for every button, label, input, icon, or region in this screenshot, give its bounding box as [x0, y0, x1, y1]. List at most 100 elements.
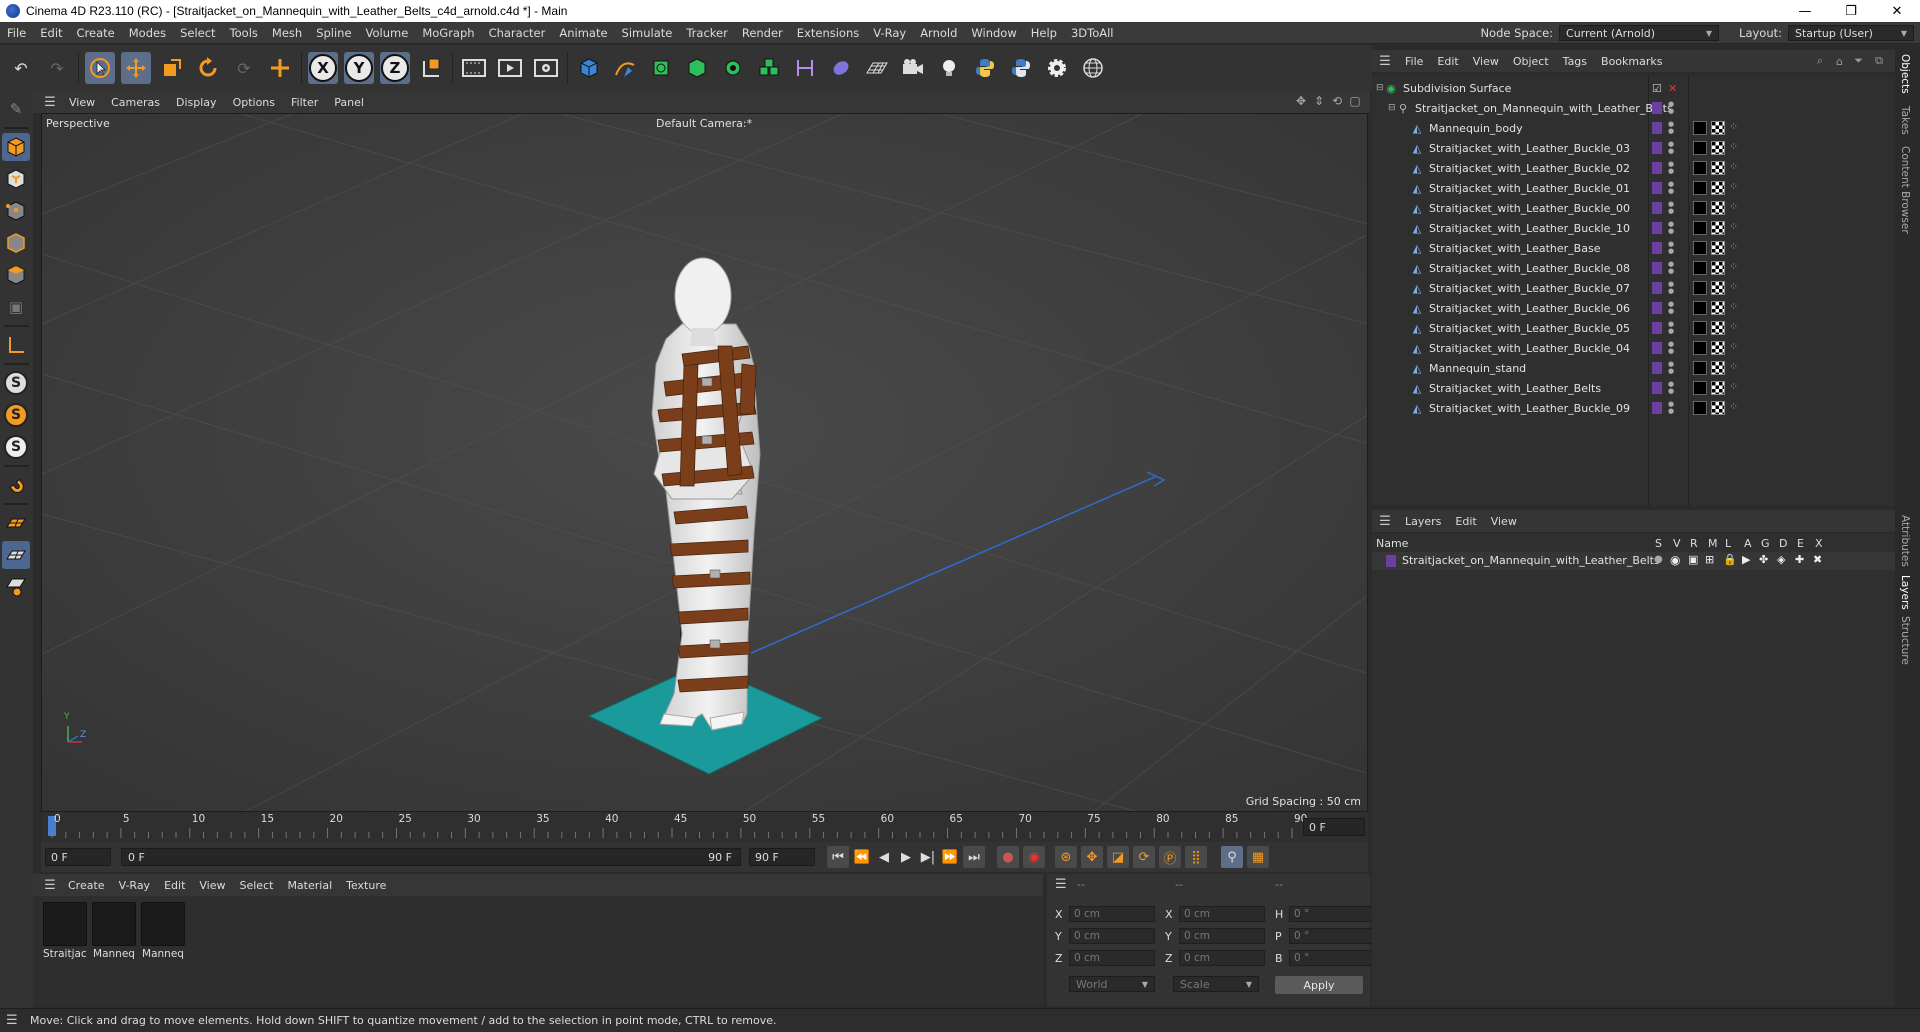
layer-color-swatch[interactable]: [1652, 202, 1662, 214]
viewport-menu-cameras[interactable]: Cameras: [103, 96, 168, 109]
layer-deformers-icon[interactable]: ◈: [1777, 553, 1785, 566]
autokey-icon[interactable]: ◉: [1023, 846, 1045, 868]
next-frame-icon[interactable]: ▶|: [917, 846, 939, 868]
solo-off-icon[interactable]: S: [2, 369, 30, 397]
rotate-tool-icon[interactable]: [193, 52, 223, 84]
material-menu-vray[interactable]: V-Ray: [112, 879, 158, 892]
size-x-field[interactable]: 0 cm: [1179, 906, 1265, 922]
phong-tag-icon[interactable]: ⁘: [1729, 380, 1743, 394]
object-row-group[interactable]: ⊟ ⚲ Straitjacket_on_Mannequin_with_Leath…: [1372, 98, 1895, 118]
layer-color-swatch[interactable]: [1652, 262, 1662, 274]
layer-color-swatch[interactable]: [1652, 322, 1662, 334]
material-menu-edit[interactable]: Edit: [157, 879, 192, 892]
layer-visible-eye-icon[interactable]: ◉: [1670, 553, 1680, 567]
cube-object-icon[interactable]: [574, 52, 604, 84]
timeline-window-icon[interactable]: ▦: [1247, 846, 1269, 868]
object-row[interactable]: ◭ Mannequin_body ● ● ⁘: [1372, 118, 1895, 138]
material-tag-icon[interactable]: [1693, 301, 1707, 315]
texture-tag-icon[interactable]: [1711, 261, 1725, 275]
texture-tag-icon[interactable]: [1711, 181, 1725, 195]
pan-view-icon[interactable]: ✥: [1292, 94, 1310, 108]
visibility-dots-icon[interactable]: ● ●: [1668, 361, 1678, 375]
layer-lock-icon[interactable]: 🔒: [1723, 553, 1737, 566]
rotation-b-field[interactable]: 0 °: [1289, 950, 1375, 966]
visibility-dots-icon[interactable]: ● ●: [1668, 101, 1678, 115]
perspective-viewport[interactable]: Perspective Default Camera:* Grid Spacin…: [41, 113, 1368, 812]
viewport-menu-options[interactable]: Options: [225, 96, 283, 109]
motion-system-icon[interactable]: ⚲: [1221, 846, 1243, 868]
polygons-mode-icon[interactable]: [2, 261, 30, 289]
python-generator-icon[interactable]: [1006, 52, 1036, 84]
material-tag-icon[interactable]: [1693, 401, 1707, 415]
object-row[interactable]: ◭ Straitjacket_with_Leather_Buckle_06 ● ● ⁘: [1372, 298, 1895, 318]
preview-range-slider[interactable]: 0 F 90 F: [121, 848, 741, 866]
material-tag-icon[interactable]: [1693, 261, 1707, 275]
menu-edit[interactable]: Edit: [33, 26, 69, 40]
render-to-picture-viewer-icon[interactable]: [495, 52, 525, 84]
timeline-ruler[interactable]: 0 5 10 15 20 25 30 35 40 45 50 55 60 65 70 75 80 85 90 0 F: [41, 812, 1368, 842]
material-swatch[interactable]: [43, 902, 87, 946]
material-swatch[interactable]: [141, 902, 185, 946]
material-tag-icon[interactable]: [1693, 241, 1707, 255]
menu-simulate[interactable]: Simulate: [615, 26, 680, 40]
menu-mograph[interactable]: MoGraph: [415, 26, 481, 40]
material-menu-view[interactable]: View: [192, 879, 232, 892]
layout-dropdown[interactable]: Startup (User) ▼: [1788, 25, 1914, 41]
viewport-menu-panel[interactable]: Panel: [326, 96, 372, 109]
side-tab-objects[interactable]: Objects: [1899, 54, 1911, 94]
select-cursor-icon[interactable]: [85, 52, 115, 84]
settings-gear-icon[interactable]: [1042, 52, 1072, 84]
material-tag-icon[interactable]: [1693, 201, 1707, 215]
side-tab-attributes[interactable]: Attributes: [1899, 515, 1911, 567]
y-axis-button[interactable]: Y: [344, 52, 374, 84]
close-button[interactable]: ✕: [1874, 0, 1920, 22]
texture-tag-icon[interactable]: [1711, 341, 1725, 355]
x-axis-button[interactable]: X: [308, 52, 338, 84]
rotation-p-field[interactable]: 0 °: [1289, 928, 1375, 944]
position-x-field[interactable]: 0 cm: [1069, 906, 1155, 922]
coordinate-system-icon[interactable]: [416, 52, 446, 84]
snap-magnet-icon[interactable]: [2, 471, 30, 499]
layer-color-swatch[interactable]: [1652, 342, 1662, 354]
menu-mesh[interactable]: Mesh: [265, 26, 309, 40]
go-to-start-icon[interactable]: ⏮: [827, 846, 849, 868]
extrude-generator-icon[interactable]: [682, 52, 712, 84]
object-row[interactable]: ◭ Straitjacket_with_Leather_Buckle_05 ● ● ⁘: [1372, 318, 1895, 338]
floor-object-icon[interactable]: [862, 52, 892, 84]
material-tag-icon[interactable]: [1693, 221, 1707, 235]
material-menu-material[interactable]: Material: [280, 879, 339, 892]
menu-create[interactable]: Create: [70, 26, 122, 40]
material-menu-select[interactable]: Select: [233, 879, 281, 892]
home-icon[interactable]: ⌂: [1836, 55, 1843, 68]
layer-color-swatch[interactable]: [1652, 362, 1662, 374]
visibility-dots-icon[interactable]: ● ●: [1668, 261, 1678, 275]
material-menu-texture[interactable]: Texture: [339, 879, 393, 892]
phong-tag-icon[interactable]: ⁘: [1729, 140, 1743, 154]
disabled-x-icon[interactable]: ✕: [1668, 82, 1677, 95]
pen-spline-icon[interactable]: [610, 52, 640, 84]
phong-tag-icon[interactable]: ⁘: [1729, 360, 1743, 374]
collapse-icon[interactable]: ⊟: [1376, 83, 1384, 93]
maximize-button[interactable]: ❐: [1828, 0, 1874, 22]
material-tag-icon[interactable]: [1693, 161, 1707, 175]
recent-tool-icon[interactable]: ⟳: [229, 52, 259, 84]
layer-color-swatch[interactable]: [1652, 182, 1662, 194]
globe-icon[interactable]: [1078, 52, 1108, 84]
side-tab-layers[interactable]: Layers: [1899, 575, 1911, 610]
texture-tag-icon[interactable]: [1711, 281, 1725, 295]
object-row[interactable]: ◭ Straitjacket_with_Leather_Belts ● ● ⁘: [1372, 378, 1895, 398]
object-row[interactable]: ◭ Straitjacket_with_Leather_Buckle_07 ● ● ⁘: [1372, 278, 1895, 298]
object-row[interactable]: ◭ Straitjacket_with_Leather_Base ● ● ⁘: [1372, 238, 1895, 258]
texture-tag-icon[interactable]: [1711, 381, 1725, 395]
object-row[interactable]: ◭ Straitjacket_with_Leather_Buckle_04 ● ● ⁘: [1372, 338, 1895, 358]
size-z-field[interactable]: 0 cm: [1179, 950, 1265, 966]
object-row[interactable]: ◭ Straitjacket_with_Leather_Buckle_01 ● ● ⁘: [1372, 178, 1895, 198]
side-tab-content-browser[interactable]: Content Browser: [1899, 146, 1911, 234]
layer-expressions-icon[interactable]: ✚: [1795, 553, 1804, 566]
size-y-field[interactable]: 0 cm: [1179, 928, 1265, 944]
phong-tag-icon[interactable]: ⁘: [1729, 260, 1743, 274]
move-tool-icon[interactable]: [121, 52, 151, 84]
orbit-view-icon[interactable]: ⟲: [1328, 94, 1346, 108]
viewport-menu-filter[interactable]: Filter: [283, 96, 326, 109]
material-tag-icon[interactable]: [1693, 341, 1707, 355]
